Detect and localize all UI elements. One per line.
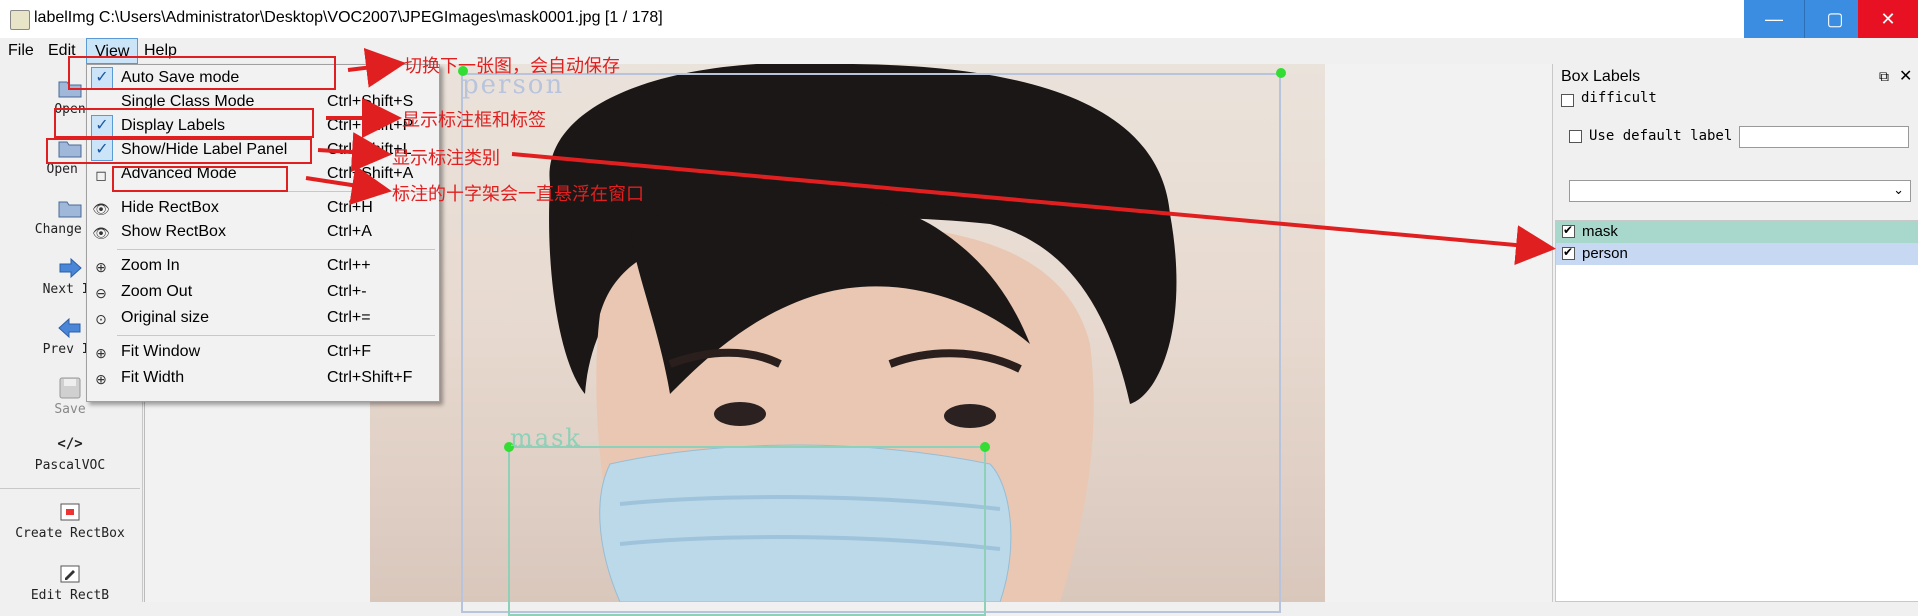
arrow: [511, 152, 1556, 266]
arrow: [305, 165, 392, 205]
annotation-auto-save: 切换下一张图，会自动保存: [404, 56, 620, 76]
annotation-arrows: [305, 47, 1556, 266]
arrow: [317, 132, 392, 173]
annotation-advanced-mode: 标注的十字架会一直悬浮在窗口: [392, 184, 644, 204]
arrow: [347, 47, 406, 88]
annotation-label-panel: 显示标注类别: [392, 148, 500, 168]
annotation-display-labels: 显示标注框和标签: [402, 110, 546, 130]
